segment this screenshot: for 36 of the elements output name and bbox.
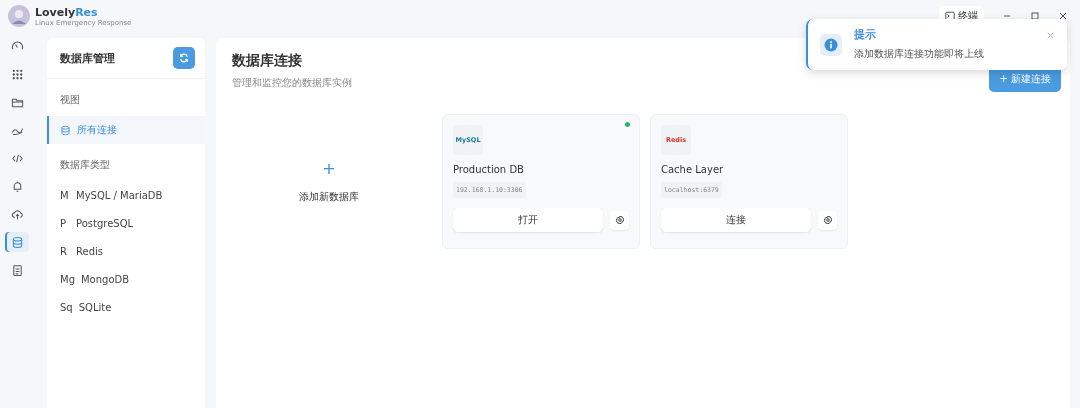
toast-message: 添加数据库连接功能即将上线: [854, 47, 985, 61]
document-icon: [10, 263, 24, 277]
close-icon[interactable]: [1058, 11, 1068, 21]
gear-icon: [822, 215, 833, 225]
maximize-icon[interactable]: [1030, 11, 1040, 21]
app-name-accent: Res: [75, 5, 98, 19]
terminal-icon: [945, 11, 955, 21]
settings-button[interactable]: [818, 210, 837, 230]
cloud-icon: [10, 207, 24, 221]
sidebar-item[interactable]: R Redis: [47, 237, 205, 265]
section-heading: 数据库类型: [59, 158, 111, 172]
add-database-card[interactable]: + 添加新数据库: [226, 114, 432, 249]
sidebar-item[interactable]: M MySQL / MariaDB: [47, 181, 205, 209]
connection-action-button[interactable]: 连接: [661, 208, 811, 232]
database-icon: [60, 124, 71, 136]
toast-title: 提示: [854, 28, 877, 42]
sidebar-item[interactable]: Mg MongoDB: [47, 265, 205, 293]
page-title: 数据库连接: [232, 52, 303, 70]
refresh-button[interactable]: [173, 47, 195, 69]
grid-icon: [10, 67, 24, 81]
connection-name: Production DB: [453, 164, 525, 175]
refresh-icon: [178, 52, 190, 64]
gear-icon: [614, 215, 625, 225]
app-name: Lovely: [35, 5, 76, 19]
info-icon: [824, 37, 838, 52]
section-heading: 视图: [59, 93, 81, 107]
sidebar-title: 数据库管理: [60, 50, 115, 66]
connection-name: Cache Layer: [661, 164, 725, 175]
settings-button[interactable]: [610, 210, 629, 230]
sidebar-item[interactable]: Sq SQLite: [47, 293, 205, 321]
avatar: [8, 5, 30, 27]
connection-action-button[interactable]: 打开: [453, 208, 603, 232]
page-subtitle: 管理和监控您的数据库实例: [232, 76, 352, 90]
sidebar-item[interactable]: P PostgreSQL: [47, 209, 205, 237]
rail-button[interactable]: [5, 232, 29, 252]
database-icon: [10, 235, 24, 249]
